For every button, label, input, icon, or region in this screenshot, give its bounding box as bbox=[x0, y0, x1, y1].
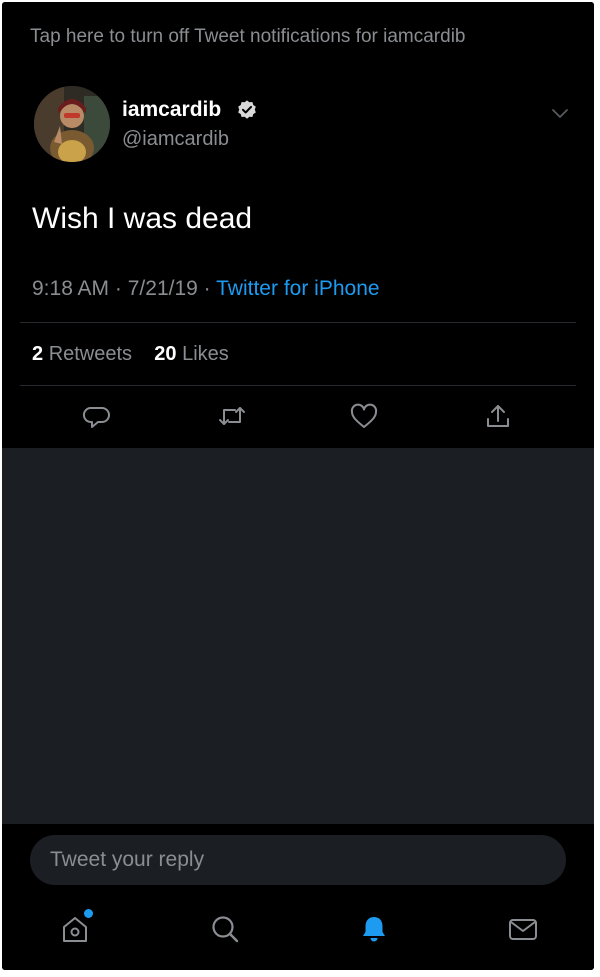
tweet-detail: Tap here to turn off Tweet notifications… bbox=[2, 2, 594, 448]
retweets-count: 2 bbox=[32, 343, 44, 365]
user-handle[interactable]: @iamcardib bbox=[122, 128, 229, 151]
chevron-down-icon[interactable] bbox=[550, 106, 570, 120]
retweet-icon[interactable] bbox=[216, 400, 248, 432]
reply-input[interactable] bbox=[30, 835, 566, 885]
messages-icon[interactable] bbox=[506, 912, 540, 946]
reply-icon[interactable] bbox=[81, 400, 113, 432]
share-icon[interactable] bbox=[482, 400, 514, 432]
divider bbox=[20, 322, 576, 323]
avatar[interactable] bbox=[34, 86, 110, 162]
tweet-date: 7/21/19 bbox=[127, 277, 198, 300]
tweet-time: 9:18 AM bbox=[32, 277, 110, 300]
retweets-label: Retweets bbox=[48, 343, 133, 365]
tweet-stats: 2 Retweets 20 Likes bbox=[32, 343, 229, 366]
display-name[interactable]: iamcardib bbox=[122, 98, 221, 122]
tweet-meta: 9:18 AM · 7/21/19 · Twitter for iPhone bbox=[32, 277, 380, 301]
notifications-icon[interactable] bbox=[357, 912, 391, 946]
likes-stat[interactable]: 20 Likes bbox=[154, 343, 229, 365]
likes-count: 20 bbox=[154, 343, 177, 365]
home-new-content-dot bbox=[84, 909, 93, 918]
meta-separator: · bbox=[114, 277, 122, 300]
verified-badge-icon bbox=[236, 99, 258, 121]
retweets-stat[interactable]: 2 Retweets bbox=[32, 343, 132, 365]
notification-toggle-bar[interactable]: Tap here to turn off Tweet notifications… bbox=[30, 26, 465, 48]
tweet-text: Wish I was dead bbox=[32, 202, 253, 235]
likes-label: Likes bbox=[182, 343, 229, 365]
meta-separator: · bbox=[203, 277, 211, 300]
divider bbox=[20, 385, 576, 386]
like-icon[interactable] bbox=[348, 400, 380, 432]
tweet-source-link[interactable]: Twitter for iPhone bbox=[216, 277, 379, 300]
phone-screen: Tap here to turn off Tweet notifications… bbox=[2, 2, 594, 970]
search-icon[interactable] bbox=[208, 912, 242, 946]
